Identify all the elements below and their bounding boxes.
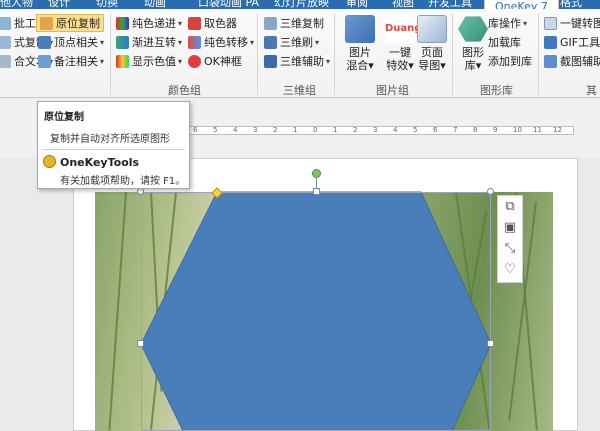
heart-icon[interactable]: ♡ <box>498 259 522 280</box>
resize-handle-top-left[interactable] <box>137 188 144 195</box>
crop-icon[interactable]: ⤡ <box>498 238 522 259</box>
image-icon[interactable]: ▣ <box>498 217 522 238</box>
resize-handle-right[interactable] <box>487 340 494 347</box>
layout-options-icon[interactable]: ⧉ <box>498 196 522 217</box>
tooltip: 原位复制 复制并自动对齐所选原图形 OneKeyTools 有关加载项帮助，请按… <box>37 101 190 189</box>
tooltip-divider <box>42 149 185 150</box>
resize-handle-top[interactable] <box>313 188 320 195</box>
addin-gear-icon <box>43 155 56 168</box>
tooltip-help: 有关加载项帮助，请按 F1。 <box>60 176 186 187</box>
resize-handle-top-right[interactable] <box>487 188 494 195</box>
tooltip-addin-name: OneKeyTools <box>60 156 140 169</box>
selection-box <box>141 192 491 431</box>
tooltip-description: 复制并自动对齐所选原图形 <box>50 134 170 145</box>
rotate-handle[interactable] <box>312 169 321 178</box>
quick-format-panel: ⧉ ▣ ⤡ ♡ <box>497 195 523 283</box>
resize-handle-left[interactable] <box>137 340 144 347</box>
tooltip-title: 原位复制 <box>44 112 84 123</box>
